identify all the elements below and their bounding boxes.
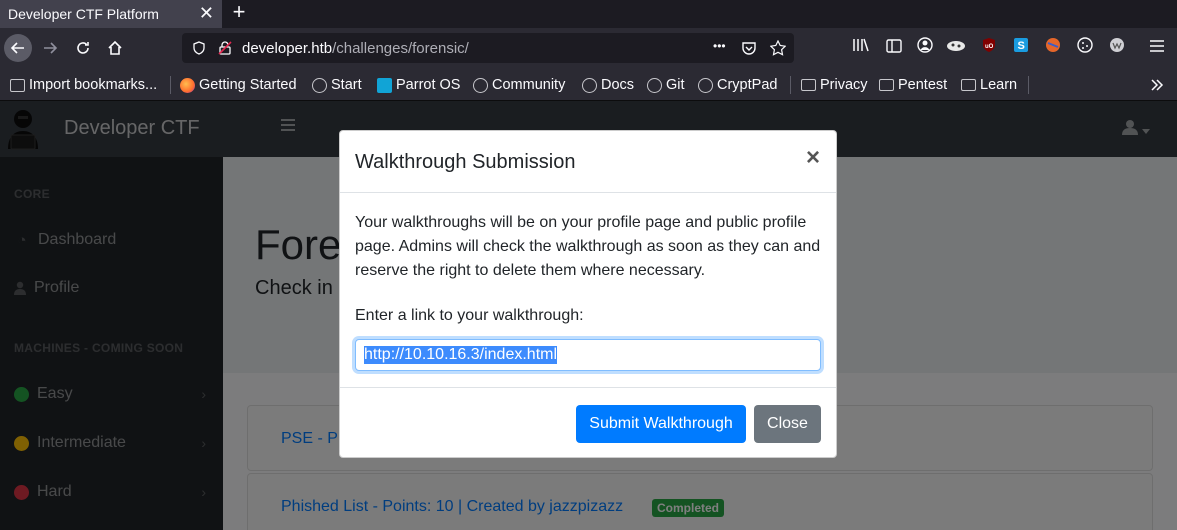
bookmark-folder-pentest[interactable]: Pentest xyxy=(879,75,947,95)
bookmark-docs[interactable]: Docs xyxy=(582,75,634,95)
folder-icon xyxy=(879,79,894,91)
walkthrough-link-label: Enter a link to your walkthrough: xyxy=(355,307,584,324)
globe-icon xyxy=(312,77,327,93)
cookie-editor-icon[interactable] xyxy=(1074,37,1096,59)
bookmark-cryptpad[interactable]: CryptPad xyxy=(698,75,777,95)
bookmark-label: Parrot OS xyxy=(396,77,461,93)
browser-tab[interactable]: Developer CTF Platform ✕ xyxy=(0,0,222,28)
navigation-toolbar: developer.htb/challenges/forensic/ ••• u… xyxy=(0,28,1177,68)
extension-s-icon[interactable]: S xyxy=(1010,37,1032,59)
globe-icon xyxy=(647,77,662,93)
firefox-icon xyxy=(180,77,195,93)
svg-text:S: S xyxy=(1018,40,1025,52)
import-icon xyxy=(10,78,25,92)
pocket-icon[interactable] xyxy=(741,40,757,56)
bookmark-start[interactable]: Start xyxy=(312,75,362,95)
tab-strip: Developer CTF Platform ✕ + xyxy=(0,0,1177,28)
reload-button[interactable] xyxy=(69,34,97,62)
bookmark-label: Getting Started xyxy=(199,77,297,93)
bookmark-separator xyxy=(790,76,791,94)
back-button[interactable] xyxy=(4,34,32,62)
folder-icon xyxy=(961,79,976,91)
bookmark-label: Privacy xyxy=(820,77,868,93)
shield-icon xyxy=(193,41,205,55)
bookmark-label: Learn xyxy=(980,77,1018,93)
bookmark-star-icon[interactable] xyxy=(770,40,786,56)
home-button[interactable] xyxy=(101,34,129,62)
bookmark-separator xyxy=(1028,76,1029,94)
new-tab-button[interactable]: + xyxy=(229,0,249,26)
submit-walkthrough-button[interactable]: Submit Walkthrough xyxy=(576,405,746,443)
account-icon[interactable] xyxy=(914,37,936,59)
insecure-lock-icon xyxy=(218,41,232,55)
tab-close-icon[interactable]: ✕ xyxy=(199,3,214,24)
tab-title: Developer CTF Platform xyxy=(8,6,159,22)
bookmark-folder-learn[interactable]: Learn xyxy=(961,75,1017,95)
bookmark-git[interactable]: Git xyxy=(647,75,685,95)
globe-icon xyxy=(698,77,713,93)
arrow-right-icon xyxy=(44,42,58,54)
bookmark-label: Import bookmarks... xyxy=(29,77,158,93)
bookmark-label: Docs xyxy=(601,77,635,93)
modal-description: Your walkthroughs will be on your profil… xyxy=(355,214,821,279)
modal-header: Walkthrough Submission × xyxy=(340,131,836,193)
hamburger-menu-icon[interactable] xyxy=(1146,37,1168,59)
bookmark-label: CryptPad xyxy=(717,77,778,93)
library-icon[interactable] xyxy=(850,37,872,59)
arrow-left-icon xyxy=(10,42,24,54)
bookmarks-overflow-button[interactable] xyxy=(1150,75,1164,95)
globe-icon xyxy=(473,77,488,93)
address-bar[interactable]: developer.htb/challenges/forensic/ ••• xyxy=(182,33,794,63)
bookmark-label: Start xyxy=(331,77,362,93)
parrot-icon xyxy=(377,77,392,93)
url-path: /challenges/forensic/ xyxy=(332,39,469,57)
bookmark-folder-privacy[interactable]: Privacy xyxy=(801,75,868,95)
wappalyzer-icon[interactable] xyxy=(1106,37,1128,59)
close-icon[interactable]: × xyxy=(806,145,820,171)
folder-icon xyxy=(801,79,816,91)
foxyproxy-icon[interactable] xyxy=(1042,37,1064,59)
svg-text:uO: uO xyxy=(985,44,994,50)
bookmark-label: Git xyxy=(666,77,685,93)
ublock-origin-icon[interactable]: uO xyxy=(978,37,1000,59)
bookmarks-toolbar: Import bookmarks... Getting Started Star… xyxy=(0,68,1177,101)
input-value: http://10.10.16.3/index.html xyxy=(364,346,558,364)
bookmark-label: Community xyxy=(492,77,566,93)
bookmark-label: Pentest xyxy=(898,77,948,93)
bookmark-getting-started[interactable]: Getting Started xyxy=(180,75,297,95)
home-icon xyxy=(108,40,122,55)
double-chevron-right-icon xyxy=(1151,79,1164,91)
sidebar-toggle-icon[interactable] xyxy=(883,37,905,59)
walkthrough-link-input[interactable]: http://10.10.16.3/index.html xyxy=(355,339,821,371)
bookmark-parrot-os[interactable]: Parrot OS xyxy=(377,75,460,95)
forward-button[interactable] xyxy=(36,34,64,62)
bookmark-import[interactable]: Import bookmarks... xyxy=(10,75,157,95)
reload-icon xyxy=(77,42,89,54)
bookmark-community[interactable]: Community xyxy=(473,75,565,95)
page-actions-icon[interactable]: ••• xyxy=(713,39,726,53)
web-page: Developer CTF CORE ◔ Dashboard Profile M… xyxy=(0,101,1177,530)
bookmark-separator xyxy=(170,76,171,94)
modal-title: Walkthrough Submission xyxy=(355,151,576,173)
walkthrough-modal: Walkthrough Submission × Your walkthroug… xyxy=(339,130,837,458)
modal-footer: Submit Walkthrough Close xyxy=(340,387,836,457)
url-host: developer.htb xyxy=(242,39,333,57)
extension-cookie-icon[interactable] xyxy=(945,37,967,59)
globe-icon xyxy=(582,77,597,93)
close-button[interactable]: Close xyxy=(754,405,821,443)
